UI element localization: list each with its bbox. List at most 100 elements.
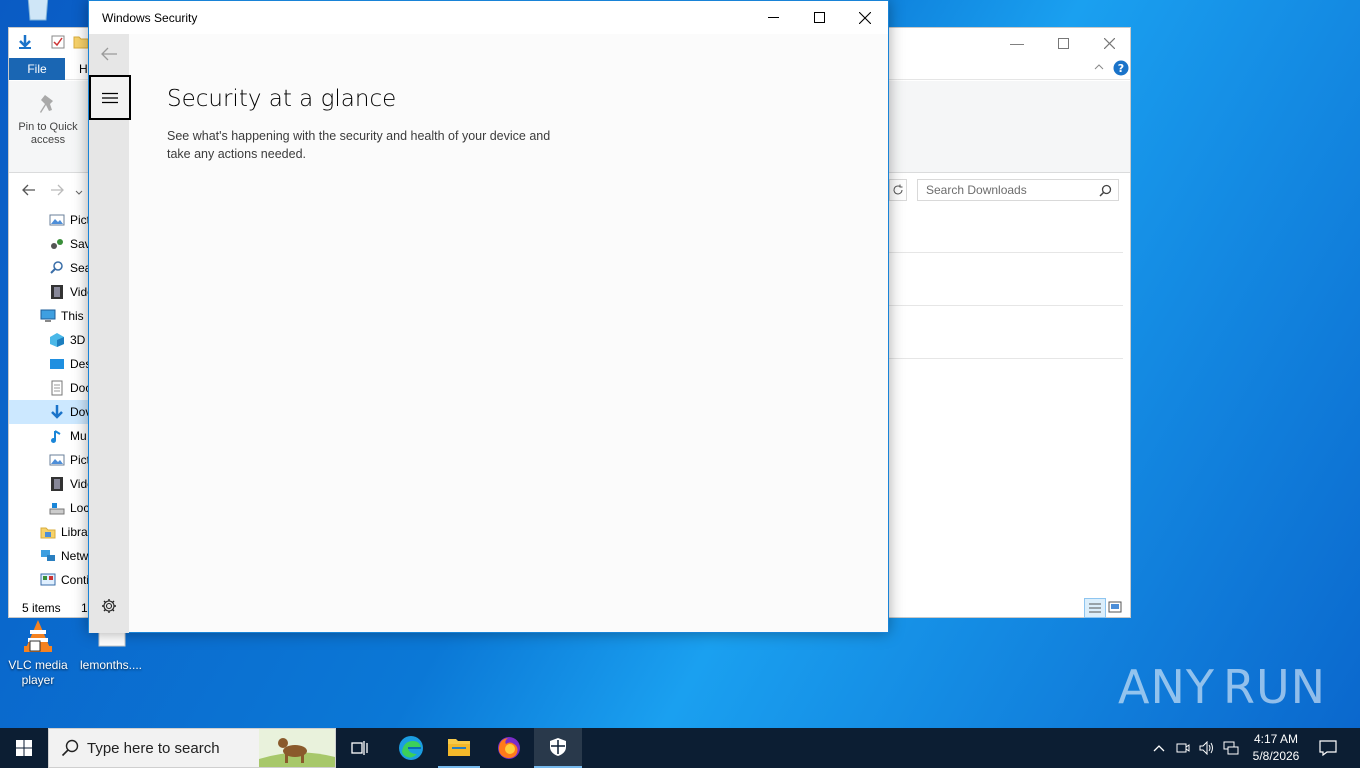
ws-maximize-button[interactable]: [796, 1, 842, 34]
watermark-right-text: RUN: [1222, 660, 1327, 714]
show-hidden-icons-button[interactable]: [1148, 728, 1170, 768]
explorer-maximize-button[interactable]: [1040, 28, 1086, 58]
nav-item-network[interactable]: Netw: [40, 544, 88, 568]
nav-item-label: Loc: [70, 501, 90, 515]
firefox-browser-icon: [498, 737, 520, 759]
pin-to-quick-access-button[interactable]: Pin to Quick access: [13, 93, 83, 147]
camera-icon: [1176, 743, 1190, 753]
nav-item-searches[interactable]: Sea: [49, 256, 91, 280]
network-status-button[interactable]: [1220, 728, 1242, 768]
ws-hamburger-menu-button[interactable]: [89, 75, 131, 120]
window-title: Windows Security: [102, 11, 198, 25]
clock-time: 4:17 AM: [1253, 732, 1299, 746]
volume-button[interactable]: [1196, 728, 1218, 768]
windows-security-window[interactable]: Windows Security Security at a glance Se…: [88, 0, 889, 633]
explorer-minimize-button[interactable]: —: [994, 28, 1040, 58]
pictures-icon: [49, 454, 65, 466]
ws-back-button[interactable]: [89, 34, 129, 74]
windows-logo-icon: [16, 740, 32, 756]
network-wired-icon: [1223, 741, 1239, 755]
nav-item-pictures-2[interactable]: Pict: [49, 448, 90, 472]
taskbar-file-explorer-button[interactable]: [438, 728, 480, 768]
clock-date: 5/8/2026: [1252, 749, 1300, 763]
start-button[interactable]: [0, 728, 48, 768]
nav-item-label: Pict: [70, 213, 91, 227]
downloads-icon: [51, 405, 63, 419]
ws-navigation-rail: [89, 34, 131, 633]
help-icon[interactable]: ?: [1113, 60, 1129, 81]
this-pc-icon: [40, 309, 56, 322]
nav-item-label: Libra: [61, 525, 88, 539]
chevron-up-icon: [1153, 745, 1165, 752]
notification-icon: [1319, 740, 1337, 756]
home-tab[interactable]: H: [79, 62, 88, 76]
searches-icon: [50, 261, 63, 274]
nav-item-downloads[interactable]: Dov: [49, 400, 91, 424]
libraries-icon: [40, 527, 56, 539]
recent-locations-chevron-icon[interactable]: [75, 184, 83, 202]
forward-arrow-icon[interactable]: [49, 182, 65, 203]
local-disk-icon: [49, 503, 65, 515]
refresh-icon[interactable]: [889, 179, 907, 201]
nav-item-desktop[interactable]: Des: [49, 352, 91, 376]
explorer-properties-icon[interactable]: [50, 34, 66, 55]
nav-item-libraries[interactable]: Libra: [40, 520, 88, 544]
nav-item-label: Netw: [61, 549, 89, 563]
nav-item-documents[interactable]: Doc: [49, 376, 91, 400]
taskbar-search-box[interactable]: Type here to search: [48, 728, 336, 768]
network-icon: [41, 550, 55, 561]
desktop-icon-label: VLC media player: [8, 658, 68, 687]
file-list-divider: [889, 252, 1123, 253]
file-list-divider: [889, 358, 1123, 359]
page-title: Security at a glance: [167, 86, 397, 112]
explorer-folder-icon[interactable]: [73, 34, 89, 55]
desktop-icon-vlc[interactable]: VLC media player: [0, 618, 76, 688]
ws-titlebar[interactable]: Windows Security: [89, 1, 888, 34]
nav-item-label: Conti: [61, 573, 90, 587]
taskbar-clock[interactable]: 4:17 AM 5/8/2026: [1246, 731, 1306, 765]
file-tab[interactable]: File: [9, 58, 65, 80]
ws-settings-button[interactable]: [89, 590, 129, 622]
maximize-icon: [813, 12, 825, 23]
large-icons-view-button[interactable]: [1108, 600, 1122, 617]
videos-icon: [51, 285, 63, 299]
3d-objects-icon: [50, 333, 64, 347]
maximize-icon: [1057, 37, 1069, 49]
nav-item-music[interactable]: Mu: [49, 424, 87, 448]
desktop-icon-label: lemonths....: [79, 658, 143, 672]
nav-item-saved-games[interactable]: Sav: [49, 232, 91, 256]
taskbar-edge-button[interactable]: [390, 728, 432, 768]
gear-icon: [102, 599, 116, 613]
music-icon: [51, 430, 61, 443]
back-arrow-icon: [101, 47, 117, 61]
action-center-button[interactable]: [1310, 728, 1346, 768]
nav-item-this-pc[interactable]: This I: [40, 304, 90, 328]
taskbar: Type here to search 4:17 AM 5/8/2026: [0, 728, 1360, 768]
nav-item-pictures[interactable]: Pict: [49, 208, 90, 232]
nav-item-control-panel[interactable]: Conti: [40, 568, 89, 592]
ws-close-button[interactable]: [842, 1, 888, 34]
task-view-button[interactable]: [340, 728, 380, 768]
shield-icon: [550, 738, 566, 756]
back-arrow-icon[interactable]: [21, 182, 37, 203]
ribbon-collapse-chevron-icon[interactable]: [1092, 60, 1106, 79]
item-count: 5 items: [22, 601, 61, 615]
desktop-folder-icon: [50, 359, 64, 369]
explorer-search-placeholder: Search Downloads: [926, 183, 1027, 197]
taskbar-windows-security-button[interactable]: [534, 728, 582, 768]
nav-item-local-disk[interactable]: Loc: [49, 496, 89, 520]
minimize-icon: [767, 17, 779, 18]
explorer-close-button[interactable]: [1086, 28, 1132, 58]
recycle-bin-icon: [18, 0, 58, 28]
taskbar-firefox-button[interactable]: [488, 728, 530, 768]
nav-item-3d-objects[interactable]: 3D (: [49, 328, 93, 352]
details-view-button[interactable]: [1084, 598, 1106, 618]
explorer-quick-access-download-icon[interactable]: [17, 34, 33, 55]
meet-now-button[interactable]: [1172, 728, 1194, 768]
documents-icon: [51, 380, 63, 396]
ws-minimize-button[interactable]: [750, 1, 796, 34]
edge-browser-icon: [399, 736, 423, 760]
videos-icon: [51, 477, 63, 491]
taskbar-search-placeholder: Type here to search: [87, 739, 220, 757]
explorer-search-box[interactable]: Search Downloads: [917, 179, 1119, 201]
